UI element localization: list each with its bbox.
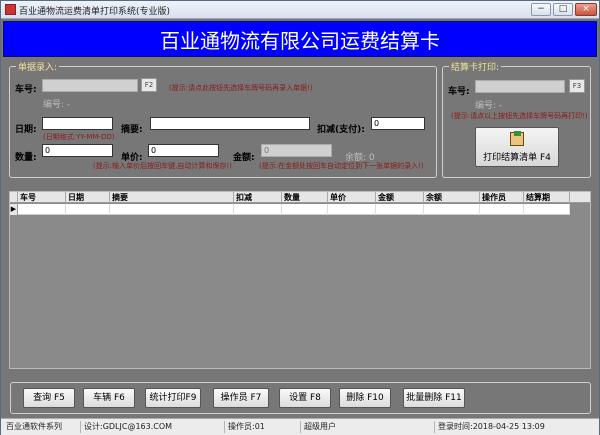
print-settlement-label: 打印结算清单 F4	[483, 153, 551, 163]
table-header: 车号 日期 摘要 扣减 数量 单价 金额 余额 操作员 结算期	[10, 192, 590, 203]
print-plate-label: 车号:	[448, 87, 470, 97]
column-header[interactable]: 日期	[66, 192, 110, 203]
select-plate-f3-button[interactable]: F3	[569, 79, 585, 93]
column-header[interactable]: 车号	[18, 192, 66, 203]
minimize-button[interactable]: −	[531, 3, 551, 16]
column-header[interactable]: 扣减	[234, 192, 282, 203]
entry-group-label: 单据录入:	[16, 60, 60, 73]
print-settlement-button[interactable]: 打印结算清单 F4	[475, 127, 559, 167]
print-icon	[510, 131, 524, 146]
app-window: 百业通物流运费清单打印系统(专业版) − □ × 百业通物流有限公司运费结算卡 …	[0, 0, 600, 435]
column-header[interactable]: 结算期	[524, 192, 570, 203]
select-plate-f2-button[interactable]: F2	[141, 78, 157, 92]
summary-label: 摘要:	[121, 125, 143, 135]
price-hint: (提示:输入单价后按回车键,自动计算和保存!)	[93, 162, 232, 170]
status-user-role: 超级用户	[301, 421, 435, 433]
vehicle-button[interactable]: 车辆 F6	[83, 388, 135, 408]
column-header[interactable]: 操作员	[480, 192, 524, 203]
amount-label: 金额:	[233, 153, 255, 163]
plate-label: 车号:	[15, 85, 37, 95]
print-plate-input[interactable]	[475, 80, 565, 93]
price-input[interactable]: 0	[148, 144, 219, 157]
window-title: 百业通物流运费清单打印系统(专业版)	[19, 7, 171, 17]
print-hint: (提示:请点以上按钮先选择车牌号码再打印!)	[451, 112, 588, 120]
table-row[interactable]: ▶	[10, 204, 570, 215]
column-header[interactable]: 数量	[282, 192, 328, 203]
table-cell[interactable]	[376, 204, 424, 215]
quantity-label: 数量:	[15, 153, 37, 163]
query-button[interactable]: 查询 F5	[23, 388, 75, 408]
banner-title: 百业通物流有限公司运费结算卡	[160, 29, 440, 53]
status-designer: 设计:GDLJC@163.COM	[81, 421, 225, 433]
title-bar: 百业通物流运费清单打印系统(专业版) − □ ×	[1, 1, 599, 19]
row-indicator: ▶	[10, 204, 18, 215]
quantity-input[interactable]: 0	[42, 144, 113, 157]
date-label: 日期:	[15, 125, 37, 135]
delete-button[interactable]: 删除 F10	[339, 388, 391, 408]
print-card-group-label: 结算卡打印:	[449, 60, 502, 73]
deduct-label: 扣减(支付):	[317, 125, 365, 135]
table-cell[interactable]	[18, 204, 66, 215]
date-input[interactable]	[42, 117, 113, 130]
close-button[interactable]: ×	[575, 3, 597, 16]
column-header[interactable]: 余额	[424, 192, 480, 203]
deduct-input[interactable]: 0	[371, 117, 425, 130]
plate-input[interactable]	[42, 79, 138, 92]
table-cell[interactable]	[110, 204, 234, 215]
table-cell[interactable]	[66, 204, 110, 215]
status-bar: 百业通软件系列 设计:GDLJC@163.COM 操作员:01 超级用户 登录时…	[1, 418, 599, 435]
header-indicator-cell	[10, 192, 18, 203]
batch-delete-button[interactable]: 批量删除 F11	[403, 388, 465, 408]
table-cell[interactable]	[424, 204, 480, 215]
amount-input[interactable]: 0	[261, 144, 332, 157]
plate-hint: (提示:请点此按钮先选择车牌号码再录入单据!)	[169, 84, 313, 92]
status-operator: 操作员:01	[225, 421, 301, 433]
title-banner: 百业通物流有限公司运费结算卡	[3, 21, 597, 57]
status-login-time: 登录时间:2018-04-25 13:09	[438, 422, 545, 431]
amount-hint: (提示:在金额处按回车自动定位到下一张单据的录入!)	[259, 162, 424, 170]
column-header[interactable]: 摘要	[110, 192, 234, 203]
table-cell[interactable]	[282, 204, 328, 215]
summary-input[interactable]	[150, 117, 310, 130]
maximize-button[interactable]: □	[553, 3, 573, 16]
column-header[interactable]: 单价	[328, 192, 376, 203]
table-cell[interactable]	[524, 204, 570, 215]
app-icon	[5, 4, 16, 15]
records-table[interactable]: 车号 日期 摘要 扣减 数量 单价 金额 余额 操作员 结算期 ▶	[9, 191, 591, 369]
stats-print-button[interactable]: 统计打印F9	[145, 388, 201, 408]
table-cell[interactable]	[480, 204, 524, 215]
date-format-hint: (日期格式:YY-MM-DD)	[43, 133, 115, 141]
table-cell[interactable]	[328, 204, 376, 215]
settings-button[interactable]: 设置 F8	[279, 388, 331, 408]
print-number-label: 编号: -	[475, 101, 503, 111]
column-header[interactable]: 金额	[376, 192, 424, 203]
entry-number-label: 编号: -	[43, 100, 71, 110]
status-product: 百业通软件系列	[3, 421, 81, 433]
operator-button[interactable]: 操作员 F7	[213, 388, 269, 408]
table-cell[interactable]	[234, 204, 282, 215]
